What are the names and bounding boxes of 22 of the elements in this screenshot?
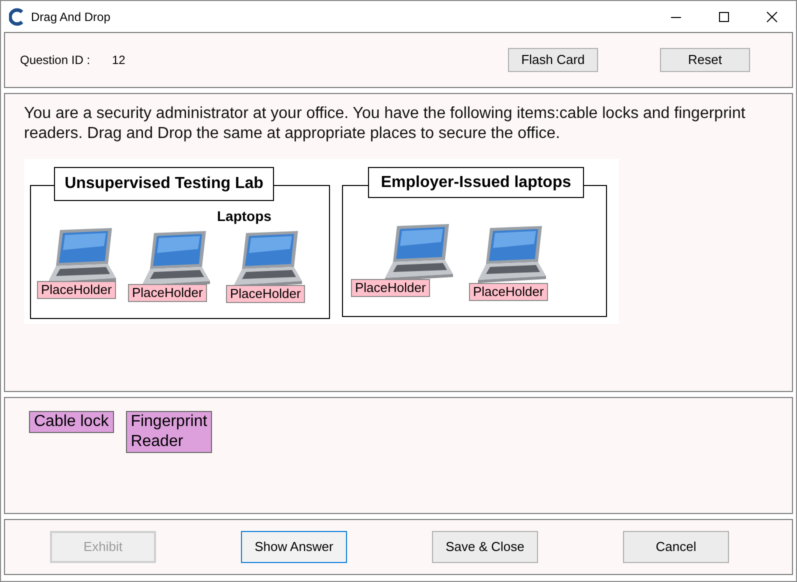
header-button[interactable]: Flash Card: [508, 48, 598, 72]
drop-target[interactable]: PlaceHolder: [469, 283, 548, 301]
footer-button[interactable]: Cancel: [623, 531, 729, 563]
header-button[interactable]: Reset: [660, 48, 750, 72]
maximize-icon[interactable]: [718, 10, 730, 22]
question-id: 12: [112, 52, 126, 69]
question-text: You are a security administrator at your office. You have the following items:cable locks and fingerprint readers. Drag and Drop the same at appropriate places to secure the office.: [24, 104, 746, 144]
drop-target[interactable]: PlaceHolder: [128, 284, 207, 302]
footer-button[interactable]: Show Answer: [241, 531, 347, 563]
window-title: Drag And Drop: [31, 8, 110, 26]
group-subtitle: Laptops: [217, 207, 272, 226]
drop-target[interactable]: PlaceHolder: [37, 281, 116, 299]
question-id-label: Question ID :: [20, 52, 92, 69]
draggable-answer[interactable]: Fingerprint Reader: [126, 411, 212, 453]
group-title: Unsupervised Testing Lab: [54, 167, 274, 201]
drop-target[interactable]: PlaceHolder: [226, 285, 305, 303]
footer-button[interactable]: Save & Close: [432, 531, 538, 563]
drop-target[interactable]: PlaceHolder: [351, 279, 430, 297]
group-title: Employer-Issued laptops: [368, 167, 584, 198]
close-icon[interactable]: [766, 10, 778, 22]
app-logo-icon: [9, 8, 25, 26]
draggable-answer[interactable]: Cable lock: [29, 411, 114, 433]
